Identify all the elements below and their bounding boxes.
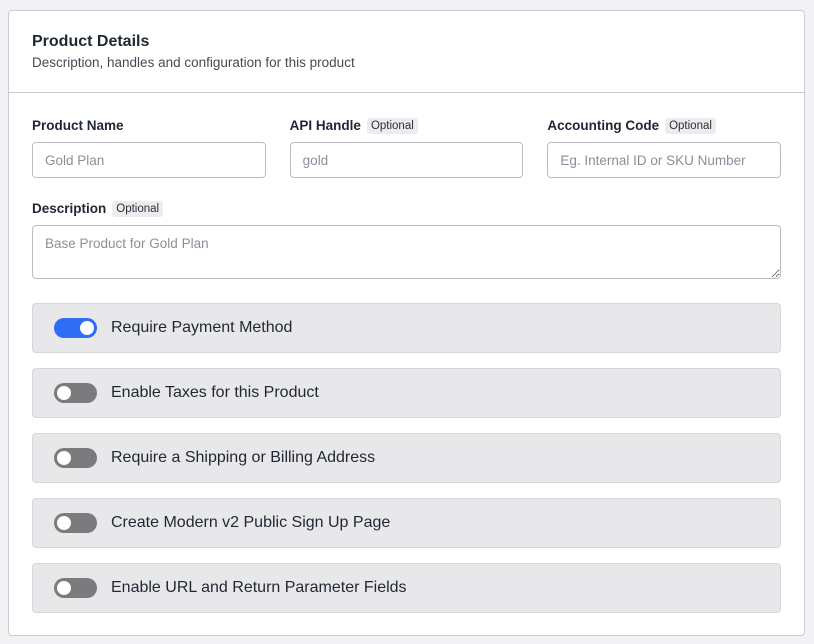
toggle-row-url-parameters: Enable URL and Return Parameter Fields <box>32 563 781 613</box>
card-title: Product Details <box>32 33 150 50</box>
toggle-row-require-payment-method: Require Payment Method <box>32 303 781 353</box>
toggle-row-signup-page: Create Modern v2 Public Sign Up Page <box>32 498 781 548</box>
toggle-knob <box>57 516 71 530</box>
optional-badge: Optional <box>366 118 418 134</box>
toggle-label: Require a Shipping or Billing Address <box>111 449 376 466</box>
api-handle-label: API Handle Optional <box>290 117 524 135</box>
url-parameters-toggle[interactable] <box>54 578 97 598</box>
product-name-group: Product Name <box>32 117 266 178</box>
product-name-input[interactable] <box>32 142 266 178</box>
toggle-knob <box>57 451 71 465</box>
optional-badge: Optional <box>112 201 164 217</box>
description-label: Description Optional <box>32 200 781 218</box>
toggle-list: Require Payment Method Enable Taxes for … <box>32 303 781 613</box>
require-address-toggle[interactable] <box>54 448 97 468</box>
product-details-card: Product Details Description, handles and… <box>8 10 805 636</box>
product-name-label: Product Name <box>32 117 266 135</box>
enable-taxes-toggle[interactable] <box>54 383 97 403</box>
toggle-knob <box>57 386 71 400</box>
fields-row: Product Name API Handle Optional Account… <box>32 117 782 178</box>
product-name-label-text: Product Name <box>32 118 124 133</box>
toggle-row-enable-taxes: Enable Taxes for this Product <box>32 368 781 418</box>
signup-page-toggle[interactable] <box>54 513 97 533</box>
api-handle-input[interactable] <box>289 142 524 178</box>
card-subtitle: Description, handles and configuration f… <box>32 55 355 70</box>
description-label-text: Description <box>32 201 107 216</box>
accounting-code-input[interactable] <box>547 142 782 178</box>
description-group: Description Optional <box>32 200 781 279</box>
accounting-code-label: Accounting Code Optional <box>547 117 781 135</box>
toggle-label: Require Payment Method <box>111 319 293 336</box>
api-handle-group: API Handle Optional <box>289 117 524 178</box>
card-body: Product Name API Handle Optional Account… <box>9 93 804 613</box>
toggle-label: Create Modern v2 Public Sign Up Page <box>111 514 391 531</box>
toggle-knob <box>57 581 71 595</box>
toggle-label: Enable URL and Return Parameter Fields <box>111 579 407 596</box>
api-handle-label-text: API Handle <box>289 118 361 133</box>
description-textarea[interactable] <box>32 225 781 279</box>
card-header: Product Details Description, handles and… <box>9 11 804 93</box>
toggle-label: Enable Taxes for this Product <box>111 384 319 401</box>
optional-badge: Optional <box>665 118 716 134</box>
require-payment-method-toggle[interactable] <box>54 318 97 338</box>
toggle-row-require-address: Require a Shipping or Billing Address <box>32 433 781 483</box>
accounting-code-group: Accounting Code Optional <box>547 117 782 178</box>
accounting-code-label-text: Accounting Code <box>547 118 660 133</box>
toggle-knob <box>80 321 94 335</box>
